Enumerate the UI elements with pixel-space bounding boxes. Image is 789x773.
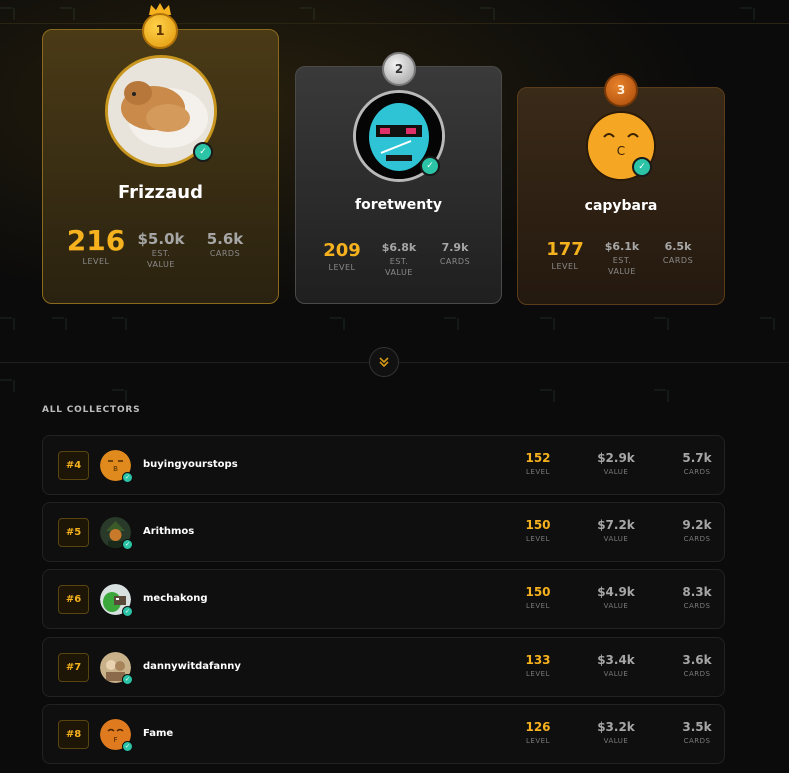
level-stat: 177 LEVEL	[546, 239, 584, 271]
rank-medal-bronze: 3	[604, 73, 638, 107]
value-stat: $6.1k EST. VALUE	[604, 240, 640, 276]
svg-text:B: B	[113, 465, 118, 473]
svg-text:C: C	[617, 144, 625, 158]
value-stat: $7.2k VALUE	[597, 518, 635, 543]
podium-name: Frizzaud	[118, 182, 203, 203]
cards-stat: 3.6k CARDS	[682, 653, 712, 678]
collector-row[interactable]: #8 F ✓ Fame 126 LEVEL $3.2k VALUE 3.5k CARD…	[42, 704, 725, 764]
verified-check-icon: ✓	[122, 472, 133, 483]
value-stat: $5.0k EST. VALUE	[137, 230, 185, 269]
verified-check-icon: ✓	[420, 156, 440, 176]
collector-name: dannywitdafanny	[143, 661, 241, 672]
collector-name: mechakong	[143, 593, 208, 604]
section-title: ALL COLLECTORS	[42, 405, 141, 415]
collector-name: buyingyourstops	[143, 459, 238, 470]
verified-check-icon: ✓	[122, 741, 133, 752]
cards-stat: 7.9k CARDS	[439, 241, 471, 266]
collector-row[interactable]: #5 ✓ Arithmos 150 LEVEL $7.2k VALUE 9.2k CA…	[42, 502, 725, 562]
level-stat: 133 LEVEL	[525, 653, 551, 678]
verified-check-icon: ✓	[122, 606, 133, 617]
value-stat: $6.8k EST. VALUE	[381, 241, 417, 277]
level-stat: 150 LEVEL	[525, 585, 551, 610]
podium-card-first[interactable]: ✓ Frizzaud 216 LEVEL $5.0k EST. VALUE 5.…	[42, 29, 279, 304]
verified-check-icon: ✓	[122, 539, 133, 550]
collector-row[interactable]: #7 ✓ dannywitdafanny 133 LEVEL $3.4k VALUE…	[42, 637, 725, 697]
collector-name: Fame	[143, 728, 174, 739]
verified-check-icon: ✓	[632, 157, 652, 177]
collector-row[interactable]: #4 B ✓ buyingyourstops 152 LEVEL $2.9k VAL…	[42, 435, 725, 495]
rank-badge: #8	[58, 720, 89, 749]
collector-name: Arithmos	[143, 526, 195, 537]
cards-stat: 5.7k CARDS	[682, 451, 712, 476]
rank-medal-gold: 1	[142, 13, 178, 49]
rank-badge: #4	[58, 451, 89, 480]
cards-stat: 6.5k CARDS	[662, 240, 694, 265]
verified-check-icon: ✓	[193, 142, 213, 162]
cards-stat: 3.5k CARDS	[682, 720, 712, 745]
level-stat: 152 LEVEL	[525, 451, 551, 476]
chevron-double-down-icon[interactable]	[369, 347, 399, 377]
collector-row[interactable]: #6 ✓ mechakong 150 LEVEL $4.9k VALUE 8.3k C…	[42, 569, 725, 629]
value-stat: $3.2k VALUE	[597, 720, 635, 745]
rank-medal-silver: 2	[382, 52, 416, 86]
rank-badge: #6	[58, 585, 89, 614]
cards-stat: 9.2k CARDS	[682, 518, 712, 543]
cards-stat: 5.6k CARDS	[206, 230, 244, 258]
value-stat: $2.9k VALUE	[597, 451, 635, 476]
svg-text:F: F	[113, 736, 117, 744]
podium-card-second[interactable]: ✓ foretwenty 209 LEVEL $6.8k EST. VALUE …	[295, 66, 502, 304]
podium-card-third[interactable]: C ✓ capybara 177 LEVEL $6.1k EST. VALUE …	[517, 87, 725, 305]
value-stat: $3.4k VALUE	[597, 653, 635, 678]
rank-badge: #7	[58, 653, 89, 682]
level-stat: 209 LEVEL	[323, 240, 361, 272]
cards-stat: 8.3k CARDS	[682, 585, 712, 610]
rank-badge: #5	[58, 518, 89, 547]
level-stat: 126 LEVEL	[525, 720, 551, 745]
podium-name: capybara	[584, 198, 658, 214]
level-stat: 216 LEVEL	[66, 224, 126, 267]
verified-check-icon: ✓	[122, 674, 133, 685]
podium-name: foretwenty	[354, 197, 442, 213]
top-divider	[0, 23, 789, 24]
level-stat: 150 LEVEL	[525, 518, 551, 543]
value-stat: $4.9k VALUE	[597, 585, 635, 610]
